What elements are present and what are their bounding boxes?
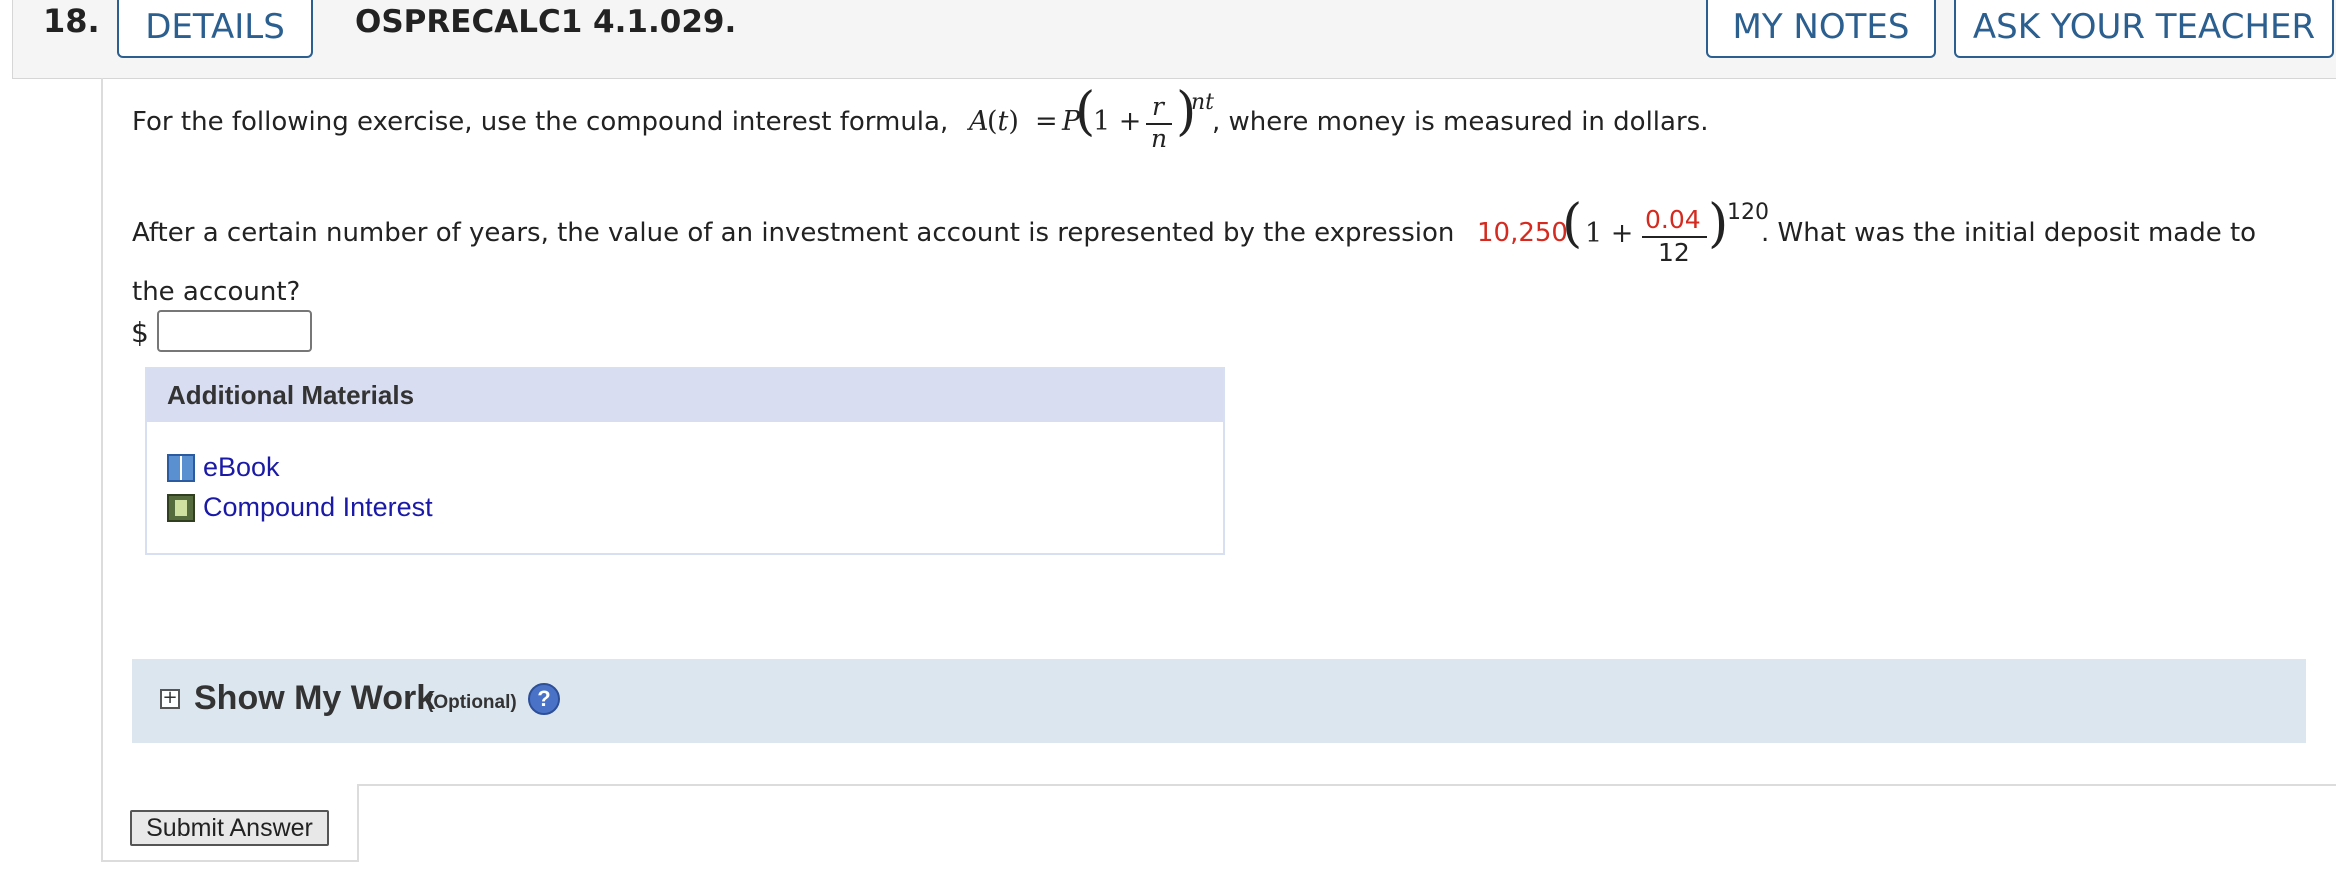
book-icon	[167, 453, 195, 482]
question-body-text: After a certain number of years, the val…	[132, 218, 1455, 248]
formula-lhs-a: A	[969, 106, 989, 137]
expression-numerator: 0.04	[1645, 205, 1701, 234]
formula-exponent: nt	[1191, 90, 1215, 115]
film-icon	[167, 493, 195, 522]
formula-one-plus: 1 +	[1093, 106, 1142, 137]
formula-lhs-t: (t)	[987, 106, 1019, 137]
question-body-suffix: . What was the initial deposit made to	[1761, 218, 2257, 248]
my-notes-button[interactable]: MY NOTES	[1706, 0, 1936, 58]
content-frame-divider-top	[357, 784, 2336, 786]
answer-input[interactable]	[157, 310, 312, 352]
details-button[interactable]: DETAILS	[117, 0, 313, 58]
question-header: 18. DETAILS OSPRECALC1 4.1.029. MY NOTES…	[12, 0, 2336, 79]
show-my-work-optional-label: (Optional)	[427, 692, 517, 713]
formula-equals: =	[1035, 106, 1058, 137]
show-my-work-title[interactable]: Show My Work	[194, 679, 435, 718]
content-frame-left	[101, 78, 103, 861]
ask-your-teacher-button[interactable]: ASK YOUR TEACHER	[1954, 0, 2334, 58]
content-frame-bottom	[101, 860, 359, 862]
help-icon[interactable]: ?	[528, 683, 560, 715]
submit-answer-button[interactable]: Submit Answer	[130, 810, 329, 846]
currency-symbol: $	[131, 316, 149, 349]
question-number: 18.	[43, 2, 100, 40]
question-intro-text: For the following exercise, use the comp…	[132, 107, 949, 137]
ebook-link[interactable]: eBook	[167, 452, 280, 483]
additional-materials-heading: Additional Materials	[147, 369, 1223, 422]
additional-materials-panel: Additional Materials eBook Compound Inte…	[145, 367, 1225, 555]
question-intro-suffix: , where money is measured in dollars.	[1212, 107, 1709, 137]
formula-numerator: r	[1152, 92, 1164, 121]
expand-plus-icon[interactable]: +	[160, 689, 180, 709]
expression-one-plus: 1 +	[1585, 218, 1634, 249]
expression-close-paren: )	[1708, 194, 1729, 254]
compound-interest-link-label: Compound Interest	[203, 492, 433, 522]
content-frame-divider	[357, 784, 359, 862]
expression-coefficient: 10,250	[1477, 218, 1568, 248]
question-code: OSPRECALC1 4.1.029.	[355, 4, 737, 40]
formula-denominator: n	[1151, 124, 1168, 153]
expression-denominator: 12	[1658, 238, 1690, 267]
question-body-continued: the account?	[132, 277, 301, 307]
compound-interest-link[interactable]: Compound Interest	[167, 492, 433, 523]
expression-open-paren: (	[1562, 194, 1583, 254]
ebook-link-label: eBook	[203, 452, 280, 482]
show-my-work-panel[interactable]: + Show My Work (Optional) ?	[132, 659, 2306, 743]
